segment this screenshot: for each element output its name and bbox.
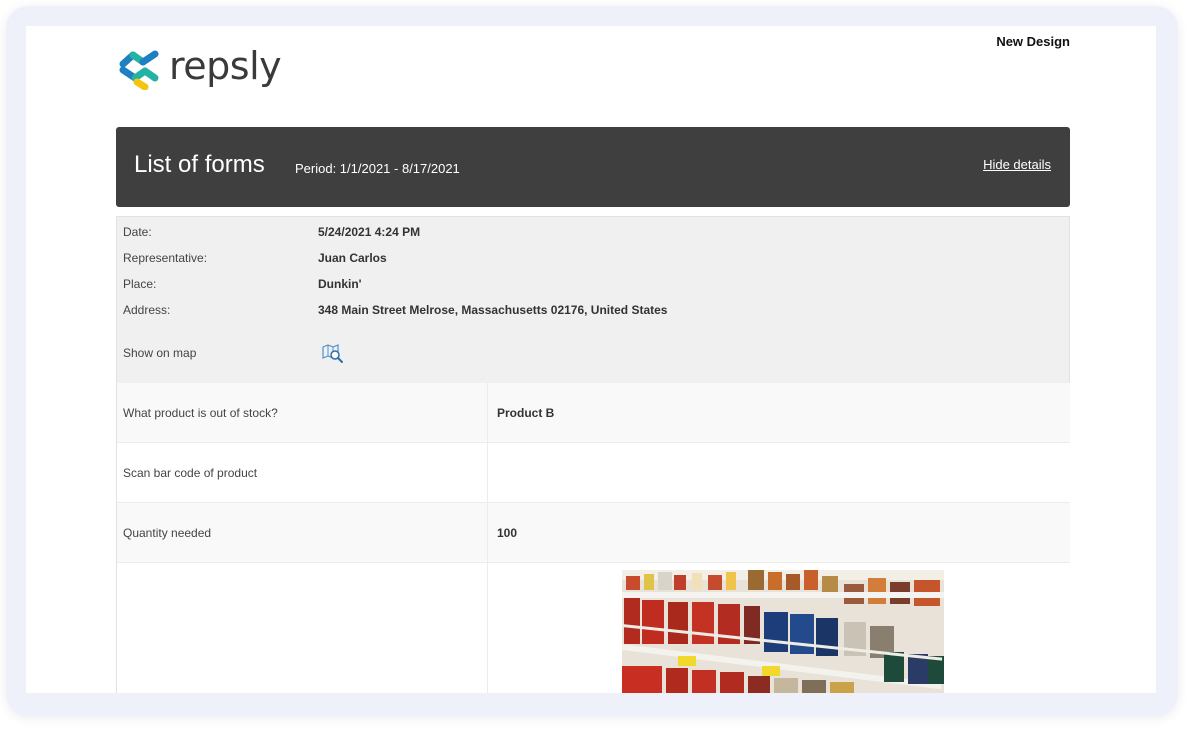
table-row: What product is out of stock? Product B: [117, 383, 1070, 443]
question-text: Quantity needed: [123, 526, 212, 540]
column-divider: [487, 443, 488, 502]
question-text: What product is out of stock?: [123, 406, 278, 420]
column-divider: [487, 383, 488, 442]
detail-label: Place:: [123, 277, 157, 291]
column-divider: [487, 563, 488, 693]
table-row: Quantity needed 100: [117, 503, 1070, 563]
brand-name: repsly: [169, 44, 282, 88]
detail-value: Dunkin': [318, 277, 362, 291]
form-details-panel: Date: 5/24/2021 4:24 PM Representative: …: [116, 216, 1070, 383]
new-design-label: New Design: [996, 34, 1070, 49]
answer-text: 100: [497, 526, 518, 540]
detail-value: 5/24/2021 4:24 PM: [318, 225, 421, 239]
detail-value: 348 Main Street Melrose, Massachusetts 0…: [318, 303, 668, 317]
form-answers-table: What product is out of stock? Product B …: [116, 383, 1070, 693]
repsly-logo: repsly: [115, 42, 282, 90]
detail-value: Juan Carlos: [318, 251, 387, 265]
show-on-map-label: Show on map: [123, 346, 197, 360]
report-page: repsly New Design List of forms Period: …: [26, 26, 1156, 693]
forms-header-bar: List of forms Period: 1/1/2021 - 8/17/20…: [116, 127, 1070, 207]
repsly-logo-mark-icon: [119, 50, 159, 90]
product-shelf-photo[interactable]: [622, 570, 944, 693]
map-search-icon[interactable]: [322, 344, 344, 369]
table-row-photo: [117, 563, 1070, 693]
page-title: List of forms: [134, 151, 265, 178]
detail-label: Address:: [123, 303, 171, 317]
table-row: Scan bar code of product: [117, 443, 1070, 503]
answer-text: Product B: [497, 406, 555, 420]
detail-label: Date:: [123, 225, 152, 239]
hide-details-link[interactable]: Hide details: [983, 157, 1051, 172]
question-text: Scan bar code of product: [123, 466, 258, 480]
column-divider: [487, 503, 488, 562]
detail-label: Representative:: [123, 251, 208, 265]
period-range: Period: 1/1/2021 - 8/17/2021: [295, 161, 460, 176]
